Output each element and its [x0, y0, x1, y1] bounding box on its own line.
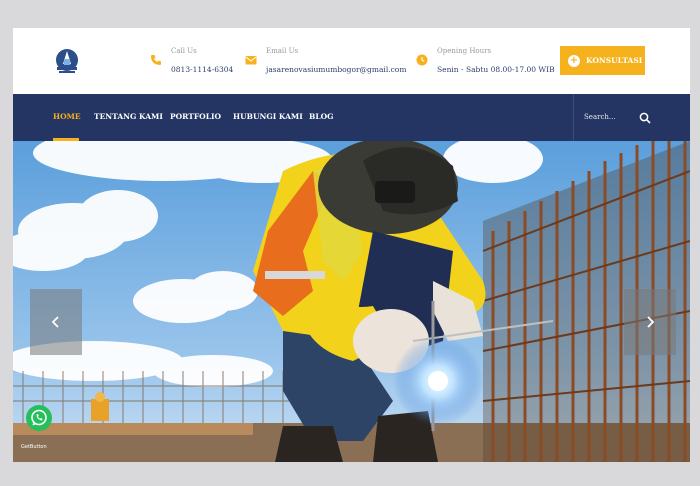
konsultasi-label: KONSULTASI: [586, 56, 643, 65]
chevron-right-icon: [647, 316, 655, 328]
nav-item-blog[interactable]: BLOG: [309, 112, 334, 121]
email-value[interactable]: jasarenovasiumumbogor@gmail.com: [266, 65, 406, 74]
nav-item-hubungi-kami[interactable]: HUBUNGI KAMI: [233, 112, 303, 121]
nav-search: [573, 94, 690, 141]
getbutton-caption: GetButton: [21, 444, 47, 450]
plus-icon: +: [568, 54, 580, 67]
nav-item-tentang-kami[interactable]: TENTANG KAMI: [94, 112, 163, 121]
clock-icon: [416, 54, 428, 66]
slider-prev-button[interactable]: [30, 289, 82, 355]
nav-item-home[interactable]: HOME: [53, 112, 81, 121]
hero-slider: GetButton: [13, 141, 690, 462]
logo-icon[interactable]: [55, 48, 79, 74]
slider-next-button[interactable]: [624, 289, 676, 355]
whatsapp-button[interactable]: [26, 405, 52, 431]
phone-icon: [151, 55, 161, 65]
top-bar: Call Us 0813-1114-6304 Email Us jasareno…: [13, 28, 690, 94]
hours-value: Senin - Sabtu 08.00-17.00 WIB: [437, 65, 555, 74]
phone-value[interactable]: 0813-1114-6304: [171, 65, 233, 74]
phone-label: Call Us: [171, 47, 197, 55]
site-frame: Call Us 0813-1114-6304 Email Us jasareno…: [13, 28, 690, 462]
konsultasi-button[interactable]: + KONSULTASI: [560, 46, 645, 75]
search-icon[interactable]: [639, 112, 651, 124]
hero-image: [13, 141, 690, 462]
whatsapp-icon: [31, 409, 47, 426]
main-nav: HOME TENTANG KAMI PORTFOLIO HUBUNGI KAMI…: [13, 94, 690, 141]
chevron-left-icon: [51, 316, 59, 328]
email-label: Email Us: [266, 47, 299, 55]
hours-label: Opening Hours: [437, 47, 492, 55]
nav-item-portfolio[interactable]: PORTFOLIO: [170, 112, 221, 121]
mail-icon: [245, 56, 257, 65]
